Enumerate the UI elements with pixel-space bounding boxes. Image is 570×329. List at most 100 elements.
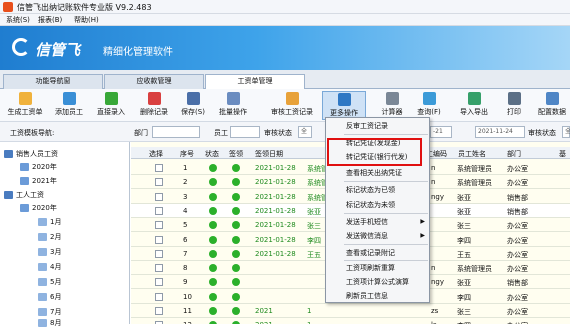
row-no: 4: [183, 206, 188, 215]
menu-help[interactable]: 帮助(H): [74, 15, 99, 25]
tree-node-month-4[interactable]: 4月: [38, 261, 61, 273]
dept-label: 部门: [134, 129, 148, 137]
menu-report[interactable]: 报表(B): [38, 15, 62, 25]
signed-check-icon: [232, 249, 240, 258]
audit-payroll-button[interactable]: 审核工资记录: [265, 91, 319, 120]
menu-refresh-recalc[interactable]: 工资项刷新重算: [326, 261, 429, 275]
title-bar: 信管飞出纳记账软件专业版 V9.2.483: [0, 0, 570, 14]
tab-function-nav[interactable]: 功能导航窗: [3, 74, 103, 89]
row-staff-name: 李四: [457, 293, 471, 302]
more-operations-button[interactable]: 更多操作: [322, 91, 366, 120]
brand-slogan: 精细化管理软件: [103, 47, 173, 58]
save-button[interactable]: 保存(S): [178, 91, 208, 120]
row-sign-date: 2021: [255, 307, 273, 315]
calculator-button[interactable]: 计算器: [375, 91, 409, 120]
row-checkbox[interactable]: [155, 178, 163, 187]
add-staff-button[interactable]: 添加员工: [50, 91, 88, 120]
tree-node-month-8[interactable]: 8月: [38, 317, 61, 329]
row-checkbox[interactable]: [155, 235, 163, 244]
menu-unaudit-payroll[interactable]: 反审工资记录: [326, 119, 429, 133]
menu-send-wechat[interactable]: 发送微信消息 ▶: [326, 229, 429, 243]
tree-node-sales-2020[interactable]: 2020年: [20, 161, 57, 173]
tree-node-worker-2020[interactable]: 2020年: [20, 202, 57, 214]
row-checkbox[interactable]: [155, 292, 163, 301]
row-staff-name: 张三: [457, 308, 471, 316]
staff-field[interactable]: [230, 126, 260, 138]
tab-receivables[interactable]: 应收款管理: [104, 74, 204, 89]
verify2-select[interactable]: 全: [562, 126, 570, 138]
table-row[interactable]: 1220211ls李四办公室: [131, 318, 570, 324]
tab-payroll[interactable]: 工资单管理: [205, 74, 305, 90]
date-to-field[interactable]: 2021-11-24: [475, 126, 525, 138]
menu-view-related-voucher[interactable]: 查看相关出纳凭证: [326, 166, 429, 180]
row-col-c1: 王五: [307, 250, 321, 259]
direct-input-button[interactable]: 直接录入: [90, 91, 132, 120]
brand-name: 信管飞: [35, 41, 81, 59]
config-data-button[interactable]: 配置数据: [534, 91, 570, 120]
row-col-c1: 李四: [307, 236, 321, 245]
tree-node-month-5[interactable]: 5月: [38, 276, 61, 288]
document-icon: [18, 92, 32, 105]
tree-node-sales[interactable]: 销售人员工资: [4, 148, 58, 160]
menu-bar: 系统(S) 报表(B) 帮助(H): [0, 14, 570, 26]
audit-icon: [285, 92, 299, 105]
menu-formula-calc[interactable]: 工资项计算公式演算: [326, 275, 429, 289]
menu-send-sms[interactable]: 发送手机短信 ▶: [326, 215, 429, 229]
row-checkbox[interactable]: [155, 249, 163, 258]
row-col-c2: ngy: [431, 278, 445, 287]
table-row[interactable]: 11 2021 1 zs 张三 办公室: [131, 304, 570, 318]
submenu-arrow-icon: ▶: [420, 218, 425, 225]
row-staff-name: 王五: [457, 250, 471, 259]
menu-mark-received[interactable]: 标记状态为已领: [326, 183, 429, 197]
staff-label: 员工: [214, 129, 228, 137]
row-checkbox[interactable]: [155, 206, 163, 215]
row-staff-name: 李四: [457, 236, 471, 245]
menu-system[interactable]: 系统(S): [6, 15, 30, 25]
tree-node-month-2[interactable]: 2月: [38, 231, 61, 243]
signed-check-icon: [232, 192, 240, 201]
row-col-c2: zs: [431, 307, 439, 315]
sheet-icon: [38, 263, 47, 271]
col-sign: 签领: [229, 150, 243, 158]
row-checkbox[interactable]: [155, 307, 163, 315]
date-from-field[interactable]: -21: [430, 126, 452, 138]
import-export-button[interactable]: 导入导出: [452, 91, 496, 120]
row-no: 2: [183, 178, 188, 187]
status-dot-icon: [209, 206, 217, 215]
tree-node-worker[interactable]: 工人工资: [4, 189, 44, 201]
tree-node-sales-2021[interactable]: 2021年: [20, 175, 57, 187]
delete-record-button[interactable]: 删除记录: [134, 91, 174, 120]
sheet-icon: [38, 308, 47, 316]
row-checkbox[interactable]: [155, 192, 163, 201]
status-dot-icon: [209, 221, 217, 230]
row-staff-name: 系统管理员: [457, 265, 492, 274]
menu-refresh-staff[interactable]: 刷新员工信息: [326, 289, 429, 303]
row-col-c2: ngy: [431, 192, 445, 201]
more-icon: [337, 93, 351, 106]
tree-node-month-6[interactable]: 6月: [38, 291, 61, 303]
row-dept: 办公室: [507, 179, 528, 188]
row-no: 3: [183, 192, 188, 201]
add-user-icon: [62, 92, 76, 105]
row-checkbox[interactable]: [155, 221, 163, 230]
signed-check-icon: [232, 221, 240, 230]
menu-mark-unreceived[interactable]: 标记状态为未领: [326, 198, 429, 212]
row-checkbox[interactable]: [155, 264, 163, 273]
row-checkbox[interactable]: [155, 164, 163, 172]
row-dept: 销售部: [507, 193, 528, 202]
row-checkbox[interactable]: [155, 278, 163, 287]
col-staff-name: 员工姓名: [458, 150, 486, 158]
tree-node-month-1[interactable]: 1月: [38, 216, 61, 228]
dept-field[interactable]: [152, 126, 200, 138]
verify-select[interactable]: 全: [298, 126, 312, 138]
generate-payroll-button[interactable]: 生成工资单: [2, 91, 48, 120]
tree-node-month-3[interactable]: 3月: [38, 246, 61, 258]
status-dot-icon: [209, 235, 217, 244]
signed-check-icon: [232, 278, 240, 287]
col-base: 基: [559, 150, 566, 158]
batch-operation-button[interactable]: 批量操作: [211, 91, 255, 120]
query-button[interactable]: 查询(F): [412, 91, 446, 120]
template-tree: 销售人员工资 2020年 2021年 工人工资 2020年 1月 2月 3月 4…: [0, 142, 130, 327]
menu-view-notes[interactable]: 查看或记录附记: [326, 246, 429, 260]
print-button[interactable]: 打印: [502, 91, 526, 120]
